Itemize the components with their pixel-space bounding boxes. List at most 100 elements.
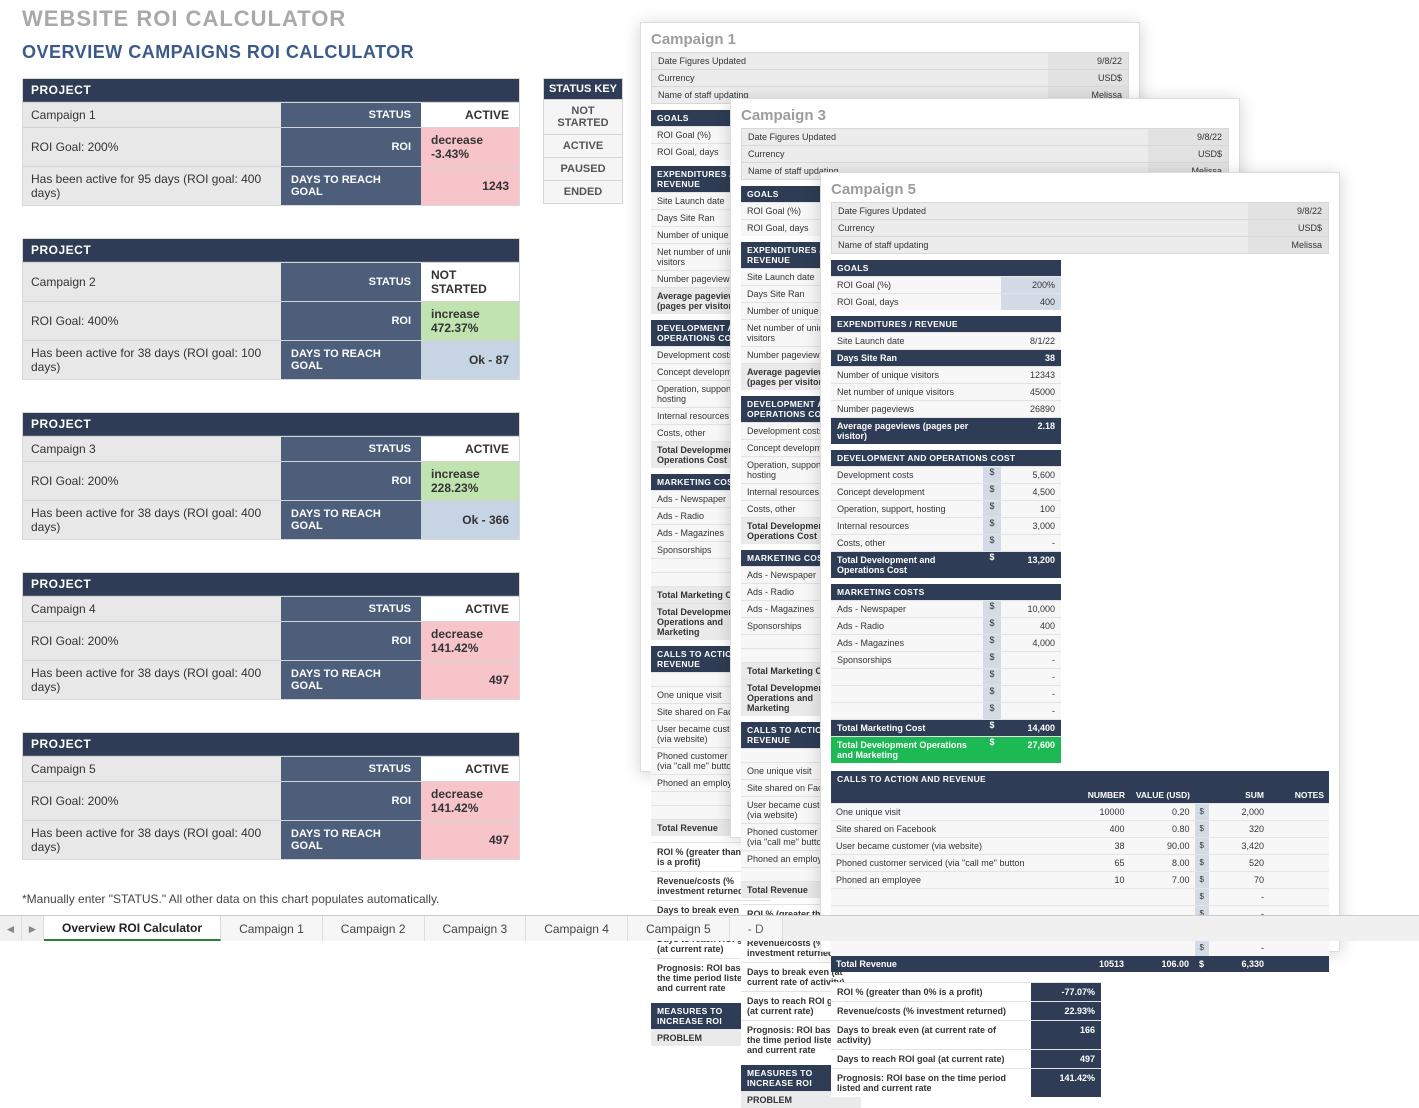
pv-value: 10,000	[1001, 601, 1061, 617]
pv-value: -	[1001, 686, 1061, 702]
status-label: STATUS	[281, 263, 421, 301]
roi-goal-line: ROI Goal: 200%	[23, 462, 281, 500]
cta-value: 10	[1075, 872, 1130, 888]
pv-value: 38	[1001, 350, 1061, 366]
project-card: PROJECT Campaign 5 STATUS ACTIVE ROI Goa…	[22, 732, 520, 860]
pv-value: 26890	[1001, 401, 1061, 417]
cta-value: 0.20	[1130, 804, 1195, 820]
pv-value: -	[1001, 703, 1061, 719]
section-header-cta: CALLS TO ACTION AND REVENUE	[831, 771, 1329, 787]
project-name: Campaign 1	[23, 103, 281, 127]
cta-value: 0.80	[1130, 821, 1195, 837]
result-value: 141.42%	[1031, 1069, 1101, 1097]
project-name: Campaign 2	[23, 263, 281, 301]
pv-label: Costs, other	[831, 535, 983, 551]
tab-campaign-2[interactable]: Campaign 2	[323, 916, 425, 941]
pv-label: Total Marketing Cost	[831, 720, 983, 736]
status-key-item: ENDED	[544, 180, 622, 203]
roi-goal-line: ROI Goal: 400%	[23, 302, 281, 340]
status-value[interactable]: ACTIVE	[421, 437, 519, 461]
roi-label: ROI	[281, 782, 421, 820]
pv-label: Net number of unique visitors	[831, 384, 1001, 400]
tab-campaign-1[interactable]: Campaign 1	[221, 916, 323, 941]
days-label: DAYS TO REACH GOAL	[281, 167, 421, 205]
pv-value: 3,000	[1001, 518, 1061, 534]
days-label: DAYS TO REACH GOAL	[281, 501, 421, 539]
status-label: STATUS	[281, 437, 421, 461]
pv-value: 4,000	[1001, 635, 1061, 651]
result-value: 22.93%	[1031, 1002, 1101, 1020]
roi-label: ROI	[281, 302, 421, 340]
cta-total: 106.00	[1129, 956, 1194, 972]
status-value[interactable]: ACTIVE	[421, 597, 519, 621]
pv-value: 45000	[1001, 384, 1061, 400]
days-value: 497	[421, 821, 519, 859]
result-label: Days to break even (at current rate of a…	[831, 1021, 1031, 1049]
roi-label: ROI	[281, 128, 421, 166]
cta-value: 320	[1209, 821, 1269, 837]
active-line: Has been active for 38 days (ROI goal: 4…	[23, 821, 281, 859]
active-line: Has been active for 38 days (ROI goal: 1…	[23, 341, 281, 379]
meta-label: Currency	[652, 70, 1048, 86]
tab-overview[interactable]: Overview ROI Calculator	[44, 916, 221, 941]
meta-value: 9/8/22	[1048, 53, 1128, 69]
project-name: Campaign 4	[23, 597, 281, 621]
meta-value: USD$	[1048, 70, 1128, 86]
active-line: Has been active for 95 days (ROI goal: 4…	[23, 167, 281, 205]
cta-label: Phoned customer serviced (via "call me" …	[831, 855, 1075, 871]
preview-title: Campaign 5	[821, 173, 1339, 202]
project-header: PROJECT	[23, 79, 519, 102]
pv-value: -	[1001, 535, 1061, 551]
meta-value: Melissa	[1248, 237, 1328, 253]
tab-truncated[interactable]: - D	[730, 916, 783, 941]
days-label: DAYS TO REACH GOAL	[281, 661, 421, 699]
roi-value: increase 472.37%	[421, 302, 519, 340]
days-value: Ok - 87	[421, 341, 519, 379]
status-value[interactable]: ACTIVE	[421, 757, 519, 781]
cta-col: SUM	[1209, 787, 1269, 803]
pv-label: Operation, support, hosting	[831, 501, 983, 517]
meta-label: Currency	[742, 146, 1148, 162]
status-key-header: STATUS KEY	[544, 79, 622, 99]
tab-campaign-5[interactable]: Campaign 5	[628, 916, 730, 941]
cta-value: 10000	[1075, 804, 1130, 820]
cta-value: 400	[1075, 821, 1130, 837]
roi-value: increase 228.23%	[421, 462, 519, 500]
active-line: Has been active for 38 days (ROI goal: 4…	[23, 501, 281, 539]
project-header: PROJECT	[23, 573, 519, 596]
pv-label: ROI Goal, days	[831, 294, 1001, 310]
pv-value: -	[1001, 669, 1061, 685]
cta-total: 6,330	[1209, 956, 1269, 972]
status-key: STATUS KEY NOT STARTED ACTIVE PAUSED END…	[543, 78, 623, 204]
pv-value: 13,200	[1001, 552, 1061, 578]
tab-prev-icon[interactable]: ◄	[0, 916, 22, 941]
pv-label: Sponsorships	[831, 652, 983, 668]
sheet-tabs: ◄ ► Overview ROI Calculator Campaign 1 C…	[0, 915, 1419, 941]
meta-label: Date Figures Updated	[652, 53, 1048, 69]
cta-value: -	[1209, 940, 1269, 956]
status-value[interactable]: ACTIVE	[421, 103, 519, 127]
pv-label: Concept development	[831, 484, 983, 500]
roi-label: ROI	[281, 462, 421, 500]
pv-value: 8/1/22	[1001, 333, 1061, 349]
section-header-goals: GOALS	[831, 260, 1061, 276]
pv-label: Development costs	[831, 467, 983, 483]
pv-value: 400	[1001, 294, 1061, 310]
status-value[interactable]: NOT STARTED	[421, 263, 519, 301]
cta-value: 3,420	[1209, 838, 1269, 854]
project-header: PROJECT	[23, 239, 519, 262]
project-name: Campaign 5	[23, 757, 281, 781]
roi-label: ROI	[281, 622, 421, 660]
status-key-item: NOT STARTED	[544, 99, 622, 134]
project-header: PROJECT	[23, 733, 519, 756]
cta-value: 38	[1075, 838, 1130, 854]
project-header: PROJECT	[23, 413, 519, 436]
roi-value: decrease -3.43%	[421, 128, 519, 166]
pv-value: 4,500	[1001, 484, 1061, 500]
tab-campaign-3[interactable]: Campaign 3	[425, 916, 527, 941]
roi-goal-line: ROI Goal: 200%	[23, 782, 281, 820]
cta-col: NUMBER	[1075, 787, 1130, 803]
tab-next-icon[interactable]: ►	[22, 916, 44, 941]
tab-campaign-4[interactable]: Campaign 4	[526, 916, 628, 941]
cta-value: 7.00	[1130, 872, 1195, 888]
